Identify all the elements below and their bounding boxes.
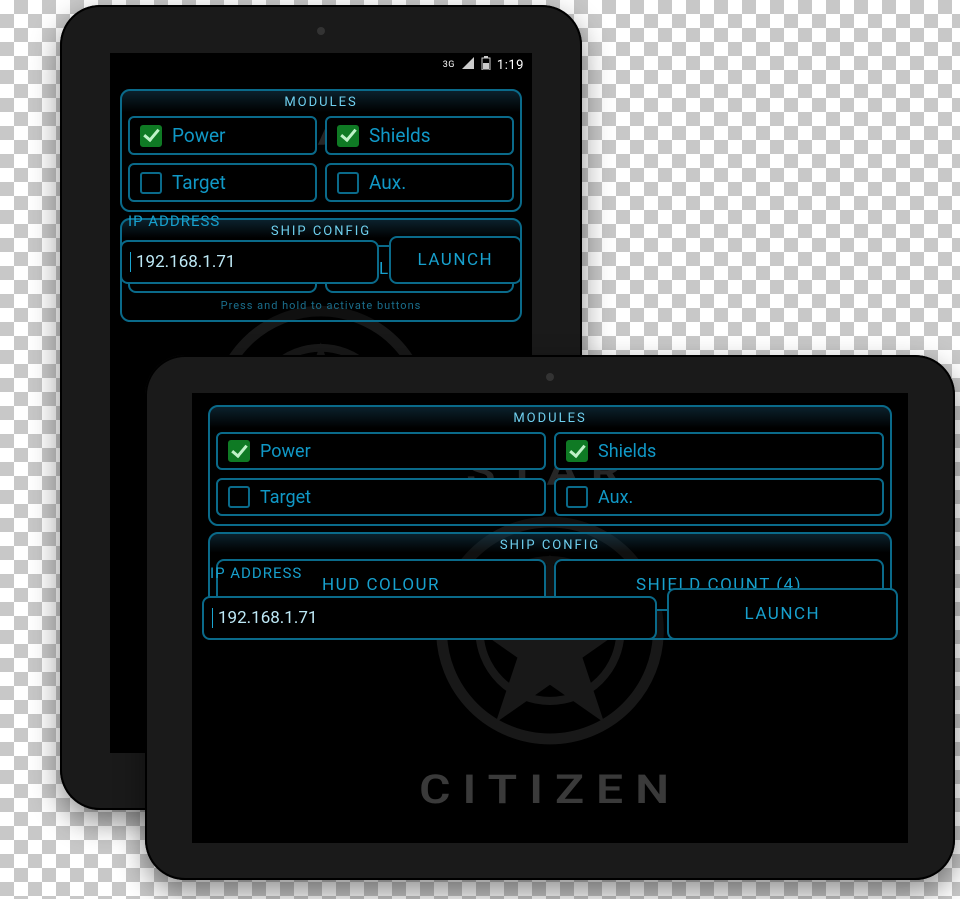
checkbox-icon — [566, 440, 588, 462]
ship-config-title: SHIP CONFIG — [216, 538, 884, 553]
launch-button[interactable]: LAUNCH — [389, 236, 522, 284]
ship-config-hint: Press and hold to activate buttons — [128, 299, 514, 312]
module-label: Shields — [598, 441, 656, 462]
ip-row: IP ADDRESS 192.168.1.71 LAUNCH — [202, 588, 898, 640]
checkbox-icon — [228, 486, 250, 508]
clock: 1:19 — [497, 58, 524, 73]
module-target[interactable]: Target — [216, 478, 546, 516]
modules-panel: MODULES Power Shields Target — [208, 405, 892, 526]
checkbox-icon — [228, 440, 250, 462]
module-power[interactable]: Power — [128, 116, 317, 155]
modules-title: MODULES — [128, 95, 514, 110]
module-shields[interactable]: Shields — [325, 116, 514, 155]
module-label: Power — [260, 441, 311, 462]
module-label: Shields — [369, 124, 431, 147]
module-label: Aux. — [598, 487, 633, 508]
module-label: Power — [172, 124, 226, 147]
modules-panel: MODULES Power Shields Target — [120, 89, 522, 212]
ip-label: IP ADDRESS — [128, 212, 220, 230]
signal-icon — [461, 57, 475, 73]
ip-input[interactable]: 192.168.1.71 — [202, 596, 657, 640]
checkbox-icon — [566, 486, 588, 508]
module-shields[interactable]: Shields — [554, 432, 884, 470]
module-target[interactable]: Target — [128, 163, 317, 202]
module-label: Target — [260, 487, 311, 508]
checkbox-icon — [140, 125, 162, 147]
module-label: Aux. — [369, 171, 406, 194]
android-status-bar: 3G 1:19 — [110, 53, 532, 77]
ip-row: IP ADDRESS 192.168.1.71 LAUNCH — [120, 236, 522, 284]
app-ui-landscape: MODULES Power Shields Target — [192, 393, 908, 650]
watermark-bottom: CITIZEN — [419, 766, 681, 813]
checkbox-icon — [140, 172, 162, 194]
network-indicator: 3G — [443, 60, 455, 70]
app-ui-portrait: MODULES Power Shields Target — [110, 77, 532, 332]
modules-title: MODULES — [216, 411, 884, 426]
checkbox-icon — [337, 172, 359, 194]
screen-landscape: STAR CITIZEN MODULES Power Shields — [192, 393, 908, 843]
checkbox-icon — [337, 125, 359, 147]
module-label: Target — [172, 171, 226, 194]
module-power[interactable]: Power — [216, 432, 546, 470]
tablet-landscape: STAR CITIZEN MODULES Power Shields — [145, 355, 955, 880]
ip-label: IP ADDRESS — [210, 564, 302, 582]
battery-icon — [481, 56, 491, 74]
launch-button[interactable]: LAUNCH — [667, 588, 898, 640]
module-aux[interactable]: Aux. — [325, 163, 514, 202]
module-aux[interactable]: Aux. — [554, 478, 884, 516]
ip-input[interactable]: 192.168.1.71 — [120, 240, 379, 284]
